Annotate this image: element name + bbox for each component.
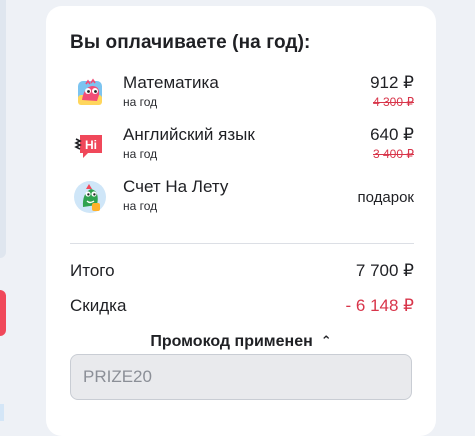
promo-code-input[interactable] [70,354,412,400]
chevron-up-icon: ⌃ [320,333,332,348]
item-gift-label: подарок [357,189,414,206]
item-name: Счет На Лету [123,177,229,196]
item-price: 912 ₽ [370,73,414,92]
item-name: Математика [123,73,219,92]
hi-english-icon: Hi [70,125,110,165]
total-label: Итого [70,261,115,280]
summary-divider [70,243,414,244]
promo-code-toggle[interactable]: Промокод применен ⌃ [46,333,436,351]
order-item-math: Математика на год 912 ₽ 4 300 ₽ [70,73,414,113]
total-value: 7 700 ₽ [355,261,414,280]
item-old-price: 4 300 ₽ [373,95,414,109]
item-price: 640 ₽ [370,125,414,144]
dino-rocket-icon [70,177,110,217]
order-item-quick-count: Счет На Лету на год подарок [70,177,414,217]
background-accent-edge [0,290,6,336]
summary-title: Вы оплачиваете (на год): [70,32,311,53]
dino-math-icon [70,73,110,113]
order-item-english: Hi Английский язык на год 640 ₽ 3 400 ₽ [70,125,414,165]
discount-label: Скидка [70,296,127,315]
discount-row: Скидка - 6 148 ₽ [70,296,414,316]
total-row: Итого 7 700 ₽ [70,261,414,281]
background-panel-edge-bottom [0,404,4,421]
item-period: на год [123,147,158,161]
item-period: на год [123,95,158,109]
order-summary-card: Вы оплачиваете (на год): Математика на г… [46,6,436,436]
item-old-price: 3 400 ₽ [373,147,414,161]
item-period: на год [123,199,158,213]
svg-text:Hi: Hi [85,138,97,152]
item-name: Английский язык [123,125,255,144]
discount-value: - 6 148 ₽ [345,296,414,315]
promo-toggle-label: Промокод применен [150,333,313,350]
background-panel-edge [0,0,6,258]
